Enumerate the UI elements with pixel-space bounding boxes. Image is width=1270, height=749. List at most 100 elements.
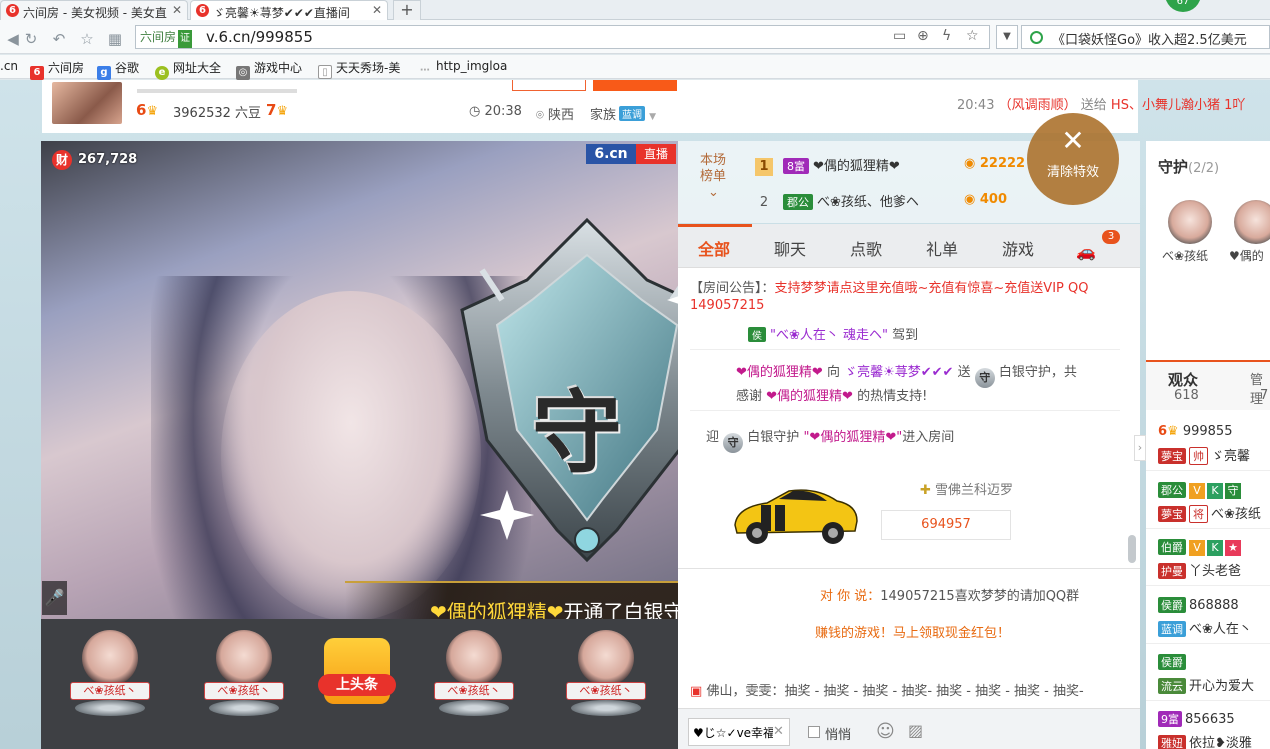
rank-number: 2 [759, 195, 769, 210]
announcement-text[interactable]: 支持梦梦请点这里充值哦~充值有惊喜~充值送VIP QQ [775, 281, 1089, 296]
microphone-icon[interactable]: 🎤 [42, 581, 67, 615]
guard-avatar[interactable] [1234, 200, 1270, 244]
chat-scrollbar[interactable] [1128, 535, 1136, 563]
bookmark-hao[interactable]: e 网址大全 [155, 59, 221, 80]
tab-songs[interactable]: 点歌 [850, 236, 882, 260]
chevron-down-icon[interactable]: ▼ [996, 25, 1018, 49]
fan-avatar [82, 630, 138, 686]
tab-audience[interactable]: 观众 [1168, 369, 1198, 390]
live-time: ◷ 20:38 [469, 104, 522, 119]
image-icon[interactable]: ▨ [908, 721, 923, 740]
bookmark-star-icon[interactable]: ☆ [966, 28, 979, 44]
bookmark-label: 游戏中心 [254, 61, 303, 75]
favorite-icon[interactable]: ☆ [78, 30, 96, 48]
user-noble-badge: 侯爵 [1158, 654, 1186, 670]
gift-item: 白银守护，共 [998, 365, 1077, 380]
audience-row[interactable]: 侯爵 868888 [1158, 597, 1239, 613]
audience-row[interactable]: 9富 856635 [1158, 711, 1235, 727]
clear-input-icon[interactable]: ✕ [773, 724, 784, 739]
screenshot-icon[interactable]: ▭ [893, 28, 906, 44]
host-avatar[interactable] [52, 82, 122, 124]
guard-title: 守护(2/2) [1158, 156, 1219, 177]
new-tab-button[interactable]: + [393, 0, 421, 20]
close-icon[interactable]: ✕ [372, 3, 382, 17]
audience-row[interactable]: 伯爵 V K ★ [1158, 539, 1243, 556]
gift-host[interactable]: ゞ亮馨☀荨梦✔✔✔ [844, 365, 953, 380]
user-name: 999855 [1182, 424, 1233, 439]
bookmark-liujianfang[interactable]: 6 六间房 [30, 59, 84, 80]
bookmark-games[interactable]: ◎ 游戏中心 [236, 59, 302, 80]
welcome-user[interactable]: "❤偶的狐狸精❤" [803, 430, 902, 445]
whisper-checkbox[interactable] [808, 726, 820, 738]
host-family[interactable]: 家族 蓝调 ▼ [590, 104, 656, 123]
gift-user[interactable]: ❤偶的狐狸精❤ [736, 365, 823, 380]
bookmark-cn[interactable]: .cn [0, 59, 18, 73]
tab-liujianfang[interactable]: 6 六间房 - 美女视频 - 美女直 ✕ [0, 0, 188, 20]
thanks-user[interactable]: ❤偶的狐狸精❤ [766, 389, 853, 404]
site-identity[interactable]: 六间房证 [137, 28, 195, 48]
top-fan-card[interactable]: べ❀孩纸丶 [566, 630, 646, 720]
arrival-user[interactable]: "べ❀人在丶 魂走ヘ" [770, 328, 888, 343]
guard-name: べ❀孩纸 [1162, 249, 1209, 263]
rank-badge: 8富 [783, 158, 809, 174]
fan-pedestal [571, 700, 641, 716]
url-text[interactable]: v.6.cn/999855 [206, 28, 313, 46]
headline-label: 上头条 [318, 674, 396, 696]
user-level: 6 [1158, 424, 1168, 439]
live-time-text: 20:38 [484, 104, 522, 119]
chat-divider [690, 349, 1120, 350]
tab-all[interactable]: 全部 [698, 236, 730, 260]
tab-live-room[interactable]: 6 ゞ亮馨☀荨梦✔✔✔直播间 ✕ [190, 0, 388, 20]
audience-row[interactable]: 6♛ 999855 [1158, 424, 1232, 439]
user-noble-badge: 郡公 [1158, 482, 1186, 498]
host-region: ⌾ 陕西 [536, 104, 574, 123]
bookmark-label: 谷歌 [115, 61, 140, 75]
bookmark-google[interactable]: g 谷歌 [97, 59, 139, 80]
zoom-icon[interactable]: ⊕ [917, 28, 929, 44]
follow-button[interactable] [512, 80, 586, 91]
tab-games[interactable]: 游戏 [1002, 236, 1034, 260]
crown-icon: ♛ [1167, 424, 1179, 439]
lightning-icon[interactable]: ϟ [942, 28, 951, 44]
wealth-level: 6♛ [136, 101, 158, 119]
car-icon[interactable]: 🚗 [1076, 242, 1096, 261]
chevron-down-icon: ▼ [649, 112, 657, 122]
recharge-button[interactable] [593, 80, 677, 91]
audience-row[interactable]: 侯爵 [1158, 654, 1189, 670]
rank-row[interactable]: 2 郡公 べ❀孩纸、他爹ヘ [755, 191, 919, 212]
apps-icon[interactable]: ▦ [106, 30, 124, 48]
undo-icon[interactable]: ↶ [50, 30, 68, 48]
gift-message: ❤偶的狐狸精❤ 向 ゞ亮馨☀荨梦✔✔✔ 送 守 白银守护，共 [736, 361, 1077, 388]
lottery-user[interactable]: 佛山，雯雯： [706, 684, 784, 699]
list-divider [1146, 643, 1270, 644]
fan-avatar [446, 630, 502, 686]
guard-avatar[interactable] [1168, 200, 1212, 244]
rank-toggle[interactable]: 本场榜单 ⌄ [700, 153, 730, 201]
host-message-prefix: 对 你 说： [820, 589, 881, 604]
rank-row[interactable]: 1 8富 ❤偶的狐狸精❤ [755, 155, 900, 176]
user-name: 868888 [1189, 598, 1239, 613]
bookmark-tiantian[interactable]: ▯ 天天秀场-美 [318, 59, 400, 79]
refresh-icon[interactable]: ↻ [22, 30, 40, 48]
tab-gifts[interactable]: 礼单 [926, 236, 958, 260]
bookmark-imgloa[interactable]: ⋯ http_imgloa [418, 59, 507, 78]
fan-name: べ❀孩纸丶 [434, 682, 514, 700]
user-tag: 护曼 [1158, 563, 1186, 579]
top-fan-card[interactable]: べ❀孩纸丶 [434, 630, 514, 720]
close-icon[interactable]: ✕ [172, 3, 182, 17]
emoji-icon[interactable]: ☺ [876, 721, 895, 742]
clear-effects-button[interactable]: ✕ 清除特效 [1027, 113, 1119, 205]
audience-row[interactable]: 郡公 V K 守 [1158, 482, 1243, 499]
collapse-panel-button[interactable]: › [1134, 435, 1146, 461]
tab-chat[interactable]: 聊天 [774, 236, 806, 260]
rank-label: 本场榜单 [700, 153, 727, 184]
host-beans: 3962532 六豆 [173, 106, 262, 121]
top-fan-card[interactable]: べ❀孩纸丶 [204, 630, 284, 720]
promo-link[interactable]: 赚钱的游戏！马上领取现金红包！ [815, 622, 1010, 641]
headline-button[interactable]: 上头条 [318, 634, 398, 712]
back-icon[interactable]: ◀ [4, 30, 22, 48]
coins-icon: ◉ [964, 156, 976, 171]
fan-avatar [578, 630, 634, 686]
news-search-box[interactable]: 《口袋妖怪Go》收入超2.5亿美元 [1021, 25, 1270, 49]
top-fan-card[interactable]: べ❀孩纸丶 [70, 630, 150, 720]
